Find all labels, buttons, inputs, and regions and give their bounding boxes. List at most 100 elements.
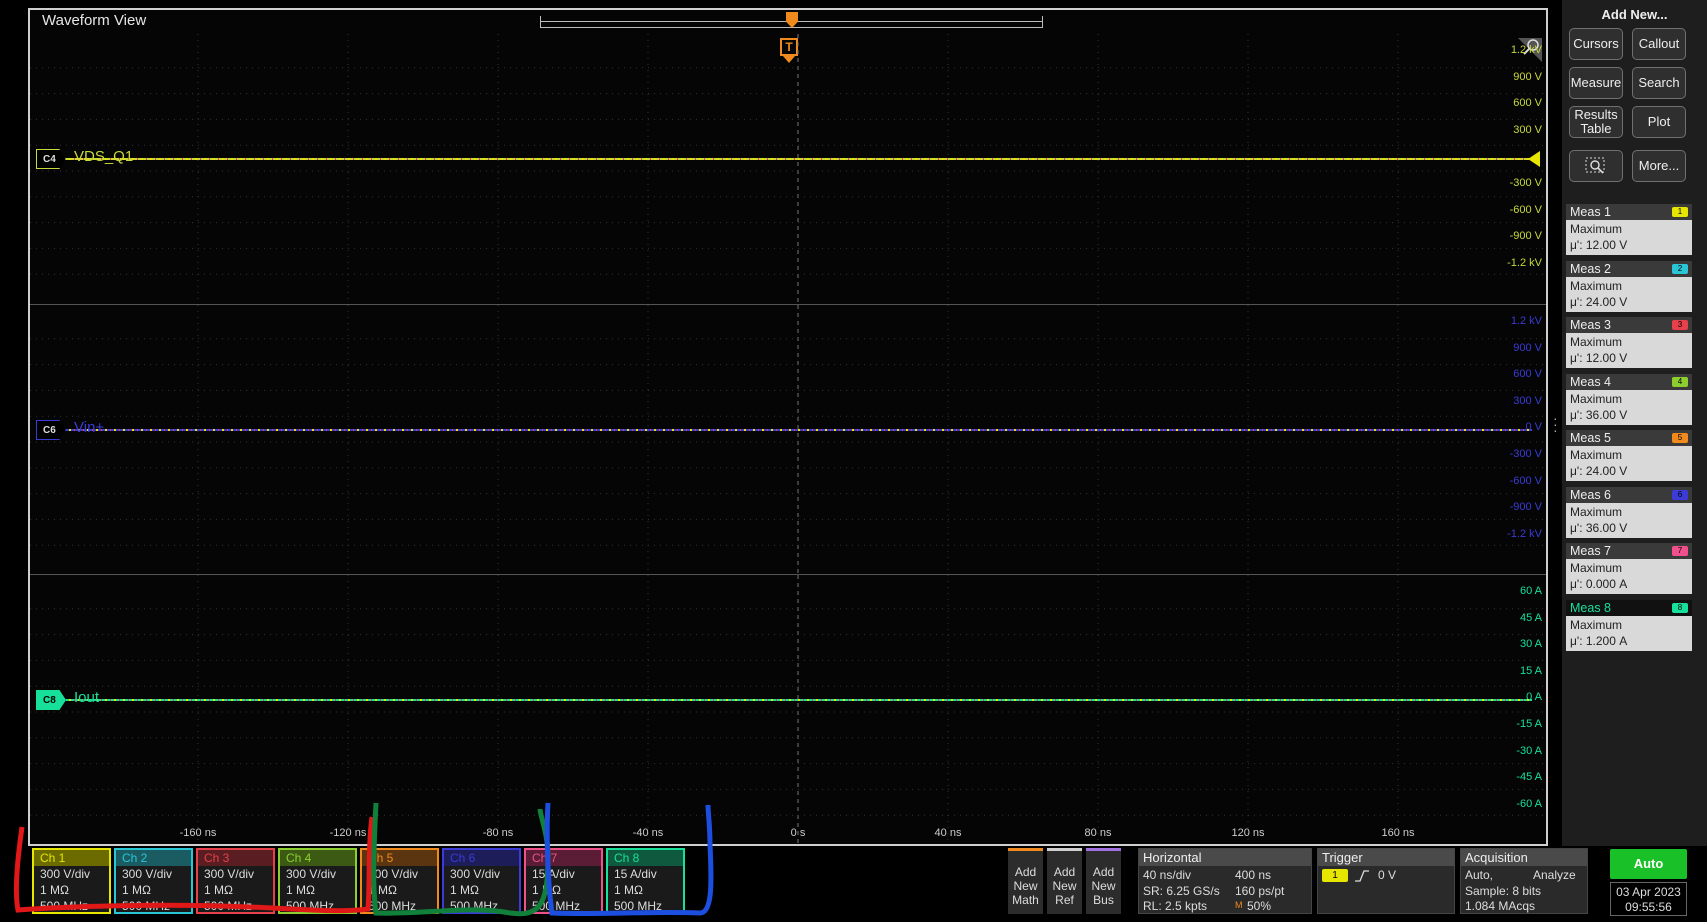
grid-graticule bbox=[30, 34, 1546, 304]
y-tick-label: 900 V bbox=[1513, 341, 1542, 354]
add-button-label-line: Add bbox=[1092, 865, 1115, 879]
measurement-badge-6[interactable]: Meas 6 6 Maximum μ': 36.00 V bbox=[1566, 486, 1692, 539]
add-button-label-line: Add bbox=[1014, 865, 1037, 879]
waveform-view-title: Waveform View bbox=[42, 12, 147, 29]
measurement-value: μ': 0.000 A bbox=[1570, 577, 1628, 591]
trigger-level-arrow-icon[interactable] bbox=[1528, 151, 1540, 167]
horizontal-title: Horizontal bbox=[1139, 849, 1311, 866]
measurement-value: μ': 1.200 A bbox=[1570, 633, 1628, 648]
y-tick-label: -600 V bbox=[1509, 203, 1542, 216]
trigger-source-badge: 1 bbox=[1322, 869, 1348, 882]
annotation-scribbles bbox=[13, 802, 714, 917]
horizontal-badge[interactable]: Horizontal 40 ns/div 400 ns SR: 6.25 GS/… bbox=[1138, 848, 1312, 914]
callout-button[interactable]: Callout bbox=[1632, 28, 1686, 60]
results-table-label-2: Table bbox=[1580, 121, 1612, 136]
measurement-name: Meas 8 bbox=[1570, 600, 1611, 615]
y-tick-label: -900 V bbox=[1509, 501, 1542, 514]
date-text: 03 Apr 2023 bbox=[1616, 885, 1681, 899]
channel-trace-label: VDS_Q1 bbox=[74, 148, 134, 165]
measurement-type: Maximum bbox=[1570, 278, 1623, 293]
channel-trace-label: Vin+ bbox=[74, 419, 105, 436]
y-tick-label: 30 A bbox=[1519, 638, 1542, 651]
measurement-type: Maximum bbox=[1570, 561, 1623, 575]
zoom-tool-button[interactable] bbox=[1569, 150, 1623, 182]
waveform-trace[interactable] bbox=[66, 699, 1532, 701]
measurement-source-badge: 4 bbox=[1672, 376, 1688, 387]
y-tick-label: -30 A bbox=[1516, 744, 1542, 757]
measurement-source-badge: 8 bbox=[1672, 602, 1688, 613]
measurement-name: Meas 7 bbox=[1570, 544, 1611, 558]
measurement-source-badge: 2 bbox=[1672, 263, 1688, 274]
measurement-source-badge: 7 bbox=[1672, 546, 1688, 556]
measurement-value: μ': 24.00 V bbox=[1570, 294, 1628, 309]
waveform-pane-2[interactable]: 1.2 kV 900 V 600 V 300 V 0 V -300 V -600 V -900… bbox=[30, 304, 1546, 575]
horizontal-resolution: 160 ps/pt bbox=[1235, 884, 1285, 898]
results-table-button[interactable]: Results Table bbox=[1569, 106, 1623, 138]
y-tick-label: 60 A bbox=[1519, 585, 1542, 597]
measurement-badge-5[interactable]: Meas 5 5 Maximum μ': 24.00 V bbox=[1566, 430, 1692, 482]
measurement-badge-4[interactable]: Meas 4 4 Maximum μ': 36.00 V bbox=[1566, 373, 1692, 426]
measurement-badge-3[interactable]: Meas 3 3 Maximum μ': 12.00 V bbox=[1566, 317, 1692, 369]
x-tick-label: 120 ns bbox=[1231, 827, 1265, 839]
waveform-pane-1[interactable]: 1.2 kV 900 V 600 V 300 V -300 V -600 V -900 V -… bbox=[30, 34, 1546, 304]
y-tick-label: 45 A bbox=[1519, 611, 1542, 624]
y-tick-label: -60 A bbox=[1516, 797, 1542, 810]
more-button[interactable]: More... bbox=[1632, 150, 1686, 182]
horizontal-position-marker-icon: M bbox=[1235, 900, 1243, 910]
y-tick-label: 0 V bbox=[1525, 421, 1542, 434]
measurement-type: Maximum bbox=[1570, 335, 1623, 349]
measurement-source-badge: 1 bbox=[1672, 207, 1688, 217]
add-button-label-line: New bbox=[1013, 879, 1038, 893]
acquisition-badge[interactable]: Acquisition Auto, Analyze Sample: 8 bits… bbox=[1460, 848, 1588, 914]
measurement-value: μ': 24.00 V bbox=[1570, 464, 1628, 478]
measurement-type: Maximum bbox=[1570, 222, 1623, 236]
y-tick-label: 0 A bbox=[1526, 691, 1542, 704]
y-tick-label: 600 V bbox=[1513, 97, 1542, 110]
add-new-bus-button[interactable]: Add New Bus bbox=[1086, 848, 1121, 914]
measurement-type: Maximum bbox=[1570, 448, 1623, 462]
add-new-title: Add New... bbox=[1601, 7, 1668, 22]
y-tick-label: -900 V bbox=[1509, 230, 1542, 243]
y-tick-label: -300 V bbox=[1509, 448, 1542, 460]
acquisition-sample: Sample: 8 bits bbox=[1465, 884, 1542, 898]
panel-resize-handle[interactable]: · · · bbox=[1553, 411, 1558, 437]
red-bracket-scribble bbox=[13, 816, 375, 914]
acquisition-analyze: Analyze bbox=[1533, 868, 1576, 882]
waveform-view[interactable]: Waveform View T 1.2 kV 900 V 600 V 300 V -30… bbox=[28, 8, 1548, 846]
measurement-value: μ': 12.00 V bbox=[1570, 351, 1628, 365]
horizontal-record-time: 400 ns bbox=[1235, 868, 1272, 882]
measurement-source-badge: 3 bbox=[1672, 320, 1688, 330]
cursors-button[interactable]: Cursors bbox=[1569, 28, 1623, 60]
date-time-display[interactable]: 03 Apr 2023 09:55:56 bbox=[1610, 882, 1687, 916]
measure-button[interactable]: Measure bbox=[1569, 67, 1623, 99]
add-new-ref-button[interactable]: Add New Ref bbox=[1047, 848, 1082, 914]
measurement-name: Meas 4 bbox=[1570, 374, 1611, 389]
measurement-badge-8[interactable]: Meas 8 8 Maximum μ': 1.200 A bbox=[1566, 599, 1692, 652]
trigger-badge[interactable]: Trigger 1 0 V bbox=[1317, 848, 1455, 914]
add-button-label-line: New bbox=[1091, 879, 1116, 893]
add-button-label-line: New bbox=[1052, 879, 1077, 893]
run-mode-auto-button[interactable]: Auto bbox=[1610, 849, 1687, 879]
add-button-label-line: Math bbox=[1012, 893, 1039, 907]
add-new-math-button[interactable]: Add New Math bbox=[1008, 848, 1043, 914]
measurement-badge-2[interactable]: Meas 2 2 Maximum μ': 24.00 V bbox=[1566, 260, 1692, 313]
acquisition-count: 1.084 MAcqs bbox=[1465, 899, 1536, 913]
measurement-value: μ': 36.00 V bbox=[1570, 407, 1628, 422]
measurement-name: Meas 6 bbox=[1570, 487, 1611, 502]
plot-button[interactable]: Plot bbox=[1632, 106, 1686, 138]
y-tick-label: -600 V bbox=[1509, 474, 1542, 487]
add-new-buttons: Add New Math Add New Ref Add New Bus bbox=[1008, 848, 1121, 914]
channel-trace-label: Iout bbox=[74, 689, 100, 706]
green-bracket-scribble bbox=[371, 802, 551, 917]
measurement-name: Meas 5 bbox=[1570, 431, 1611, 445]
search-button[interactable]: Search bbox=[1632, 67, 1686, 99]
measurement-type: Maximum bbox=[1570, 391, 1623, 406]
y-tick-label: 300 V bbox=[1513, 394, 1542, 407]
y-tick-label: 1.2 kV bbox=[1510, 44, 1542, 56]
measurement-badge-7[interactable]: Meas 7 7 Maximum μ': 0.000 A bbox=[1566, 543, 1692, 595]
trigger-level: 0 V bbox=[1378, 868, 1397, 882]
horizontal-position: 50% bbox=[1247, 899, 1272, 913]
waveform-trace[interactable] bbox=[66, 158, 1532, 160]
measurement-badge-1[interactable]: Meas 1 1 Maximum μ': 12.00 V bbox=[1566, 204, 1692, 256]
waveform-trace[interactable] bbox=[66, 429, 1532, 431]
